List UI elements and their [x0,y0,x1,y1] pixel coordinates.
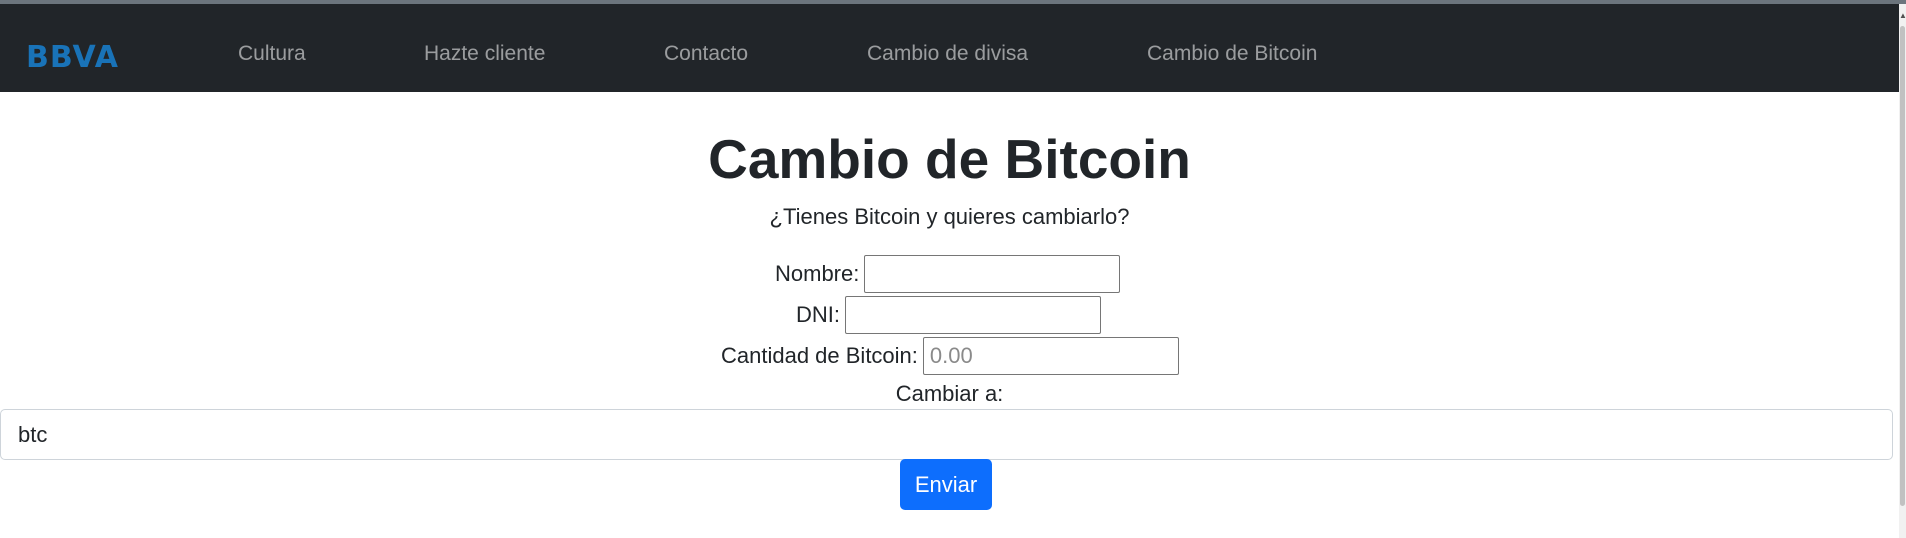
nombre-input[interactable] [864,255,1121,293]
cantidad-bitcoin-input[interactable] [922,337,1179,375]
currency-select[interactable]: btc [0,409,1893,460]
nav-link-hazte-cliente[interactable]: Hazte cliente [424,42,545,66]
page-subtitle: ¿Tienes Bitcoin y quieres cambiarlo? [769,204,1130,229]
nav-link-cambio-bitcoin[interactable]: Cambio de Bitcoin [1147,42,1317,66]
cambiar-label: Cambiar a: [895,381,1004,406]
nav-link-cultura[interactable]: Cultura [238,42,306,66]
dni-row: DNI: [796,294,1101,336]
navbar: BBVA Cultura Hazte cliente Contacto Camb… [0,4,1899,92]
scroll-up-arrow-icon[interactable]: ▲ [1899,10,1906,22]
nombre-row: Nombre: [775,253,1121,295]
page-scrollbar[interactable]: ▲ [1899,4,1906,538]
page-title: Cambio de Bitcoin [708,128,1191,190]
nav-link-contacto[interactable]: Contacto [664,42,748,66]
brand-logo[interactable]: BBVA [26,40,119,75]
cantidad-label: Cantidad de Bitcoin: [721,343,918,368]
cantidad-row: Cantidad de Bitcoin: [721,335,1179,377]
submit-button[interactable]: Enviar [900,459,992,510]
currency-select-value: btc [18,422,48,447]
nombre-label: Nombre: [775,261,860,286]
nav-link-cambio-divisa[interactable]: Cambio de divisa [867,42,1028,66]
scroll-thumb[interactable] [1900,26,1905,506]
dni-input[interactable] [845,296,1101,334]
dni-label: DNI: [796,302,840,327]
